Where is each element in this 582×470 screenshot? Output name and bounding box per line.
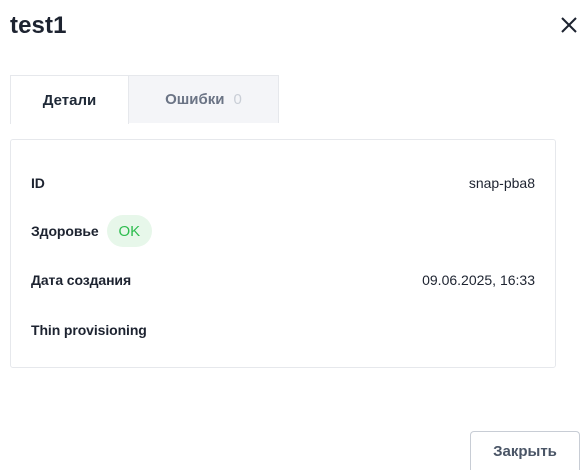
tab-errors-label: Ошибки <box>165 91 225 108</box>
thin-provisioning-label: Thin provisioning <box>31 322 147 338</box>
detail-row-created: Дата создания 09.06.2025, 16:33 <box>31 268 535 292</box>
tab-details[interactable]: Детали <box>10 75 129 124</box>
tab-details-label: Детали <box>42 91 97 109</box>
tab-errors[interactable]: Ошибки 0 <box>129 75 279 123</box>
created-label: Дата создания <box>31 272 132 288</box>
close-button[interactable] <box>558 12 580 38</box>
snapshot-dialog: test1 Детали Ошибки 0 ID snap-pba8 Здоро… <box>0 0 582 470</box>
close-icon <box>561 17 577 33</box>
health-label: Здоровье <box>31 223 99 239</box>
details-panel: ID snap-pba8 Здоровье OK Дата создания 0… <box>10 139 556 368</box>
dialog-title: test1 <box>10 12 67 39</box>
health-status-badge: OK <box>106 215 153 247</box>
id-value: snap-pba8 <box>468 175 535 191</box>
tab-errors-count: 0 <box>233 91 242 108</box>
detail-row-id: ID snap-pba8 <box>31 171 535 195</box>
detail-row-thin-provisioning: Thin provisioning <box>31 318 535 342</box>
tab-bar: Детали Ошибки 0 <box>10 75 279 124</box>
close-dialog-button[interactable]: Закрыть <box>470 431 580 470</box>
id-label: ID <box>31 175 45 191</box>
detail-row-health: Здоровье OK <box>31 215 535 247</box>
created-value: 09.06.2025, 16:33 <box>422 272 535 288</box>
